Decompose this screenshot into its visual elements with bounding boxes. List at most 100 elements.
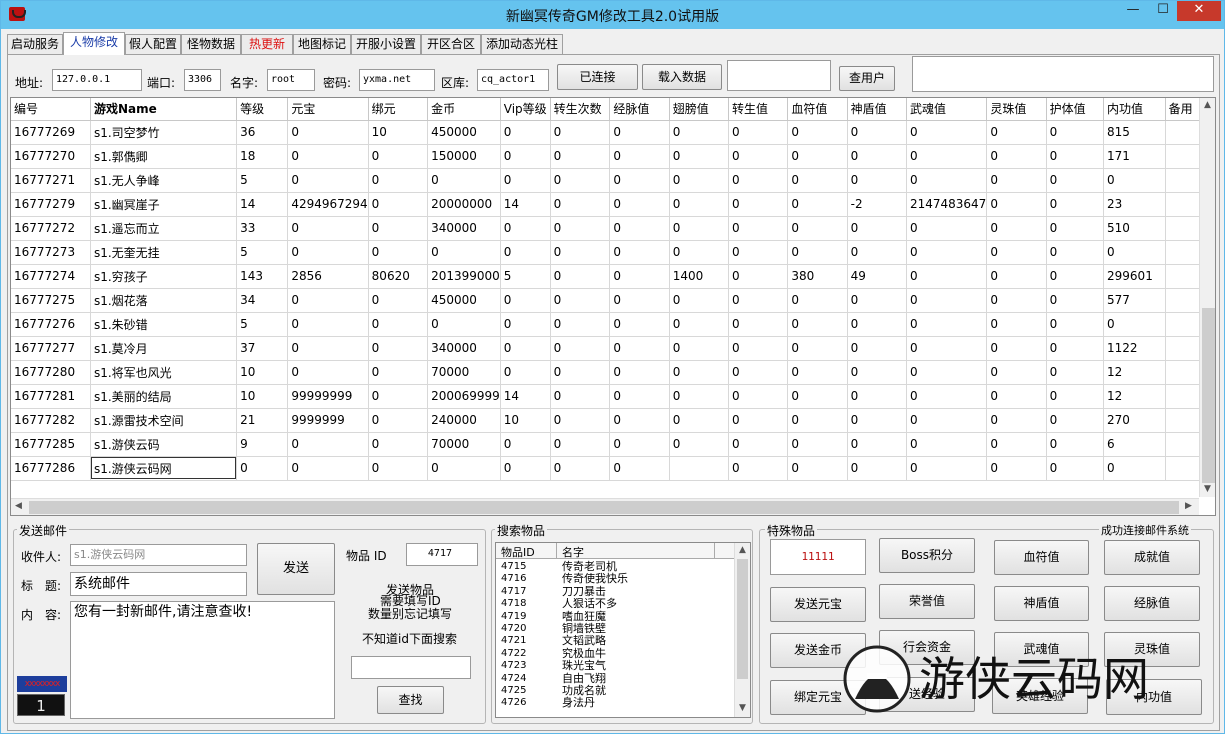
table-cell[interactable]: 10 (500, 408, 551, 433)
table-cell[interactable]: 0 (1103, 240, 1166, 265)
meridian-button[interactable]: 经脉值 (1104, 586, 1200, 621)
table-cell[interactable]: 0 (609, 408, 670, 433)
table-cell[interactable]: 0 (427, 168, 501, 193)
table-cell[interactable]: s1.遥忘而立 (90, 216, 238, 241)
table-cell[interactable]: 16777272 (11, 216, 91, 241)
table-cell[interactable]: 0 (500, 456, 551, 481)
table-cell[interactable]: 16777273 (11, 240, 91, 265)
list-item[interactable]: 4724 自由飞翔 (496, 672, 734, 685)
table-cell[interactable]: 0 (787, 120, 848, 145)
table-cell[interactable]: 16777271 (11, 168, 91, 193)
table-cell[interactable]: 4294967294 (287, 192, 369, 217)
table-cell[interactable]: 0 (609, 240, 670, 265)
table-cell[interactable]: 0 (609, 192, 670, 217)
address-input[interactable]: 127.0.0.1 (52, 69, 142, 91)
table-cell[interactable]: 0 (669, 192, 730, 217)
table-cell[interactable]: 0 (787, 312, 848, 337)
item-list-scrollbar[interactable]: ▲ ▼ (734, 543, 750, 717)
table-cell[interactable]: 340000 (427, 336, 501, 361)
table-cell[interactable]: 16777275 (11, 288, 91, 313)
content-textarea[interactable]: 您有一封新邮件,请注意查收! (70, 601, 335, 719)
table-row[interactable]: 16777279 s1.幽冥崖子 14 4294967294 0 20000000 14 0 0… (11, 192, 1215, 217)
tab-merge-zone[interactable]: 开区合区 (421, 34, 481, 54)
item-search-input[interactable] (351, 656, 471, 679)
list-item[interactable]: 4715 传奇老司机 (496, 560, 734, 573)
table-cell[interactable]: 6 (1103, 432, 1166, 457)
table-cell[interactable]: 0 (1046, 336, 1105, 361)
table-cell[interactable]: 0 (550, 216, 611, 241)
table-cell[interactable]: 0 (986, 192, 1047, 217)
table-row[interactable]: 16777272 s1.遥忘而立 33 0 0 340000 0 0 0 0 0 0 0 0 0 0 510 (11, 216, 1215, 241)
password-input[interactable]: yxma.net (359, 69, 435, 91)
table-cell[interactable]: 0 (609, 456, 670, 481)
table-cell[interactable]: 0 (609, 288, 670, 313)
table-cell[interactable]: s1.朱砂错 (90, 312, 238, 337)
table-row[interactable]: 16777285 s1.游侠云码 9 0 0 70000 0 0 0 0 0 0 0 0 0 0 6 (11, 432, 1215, 457)
table-cell[interactable]: 0 (986, 288, 1047, 313)
table-row[interactable]: 16777286 s1.游侠云码网 0 0 0 0 0 0 0 0 0 0 0 0 0 0 (11, 456, 1215, 481)
table-cell[interactable]: 0 (1046, 240, 1105, 265)
table-cell[interactable]: 0 (728, 360, 789, 385)
table-cell[interactable]: 0 (669, 168, 730, 193)
col-item-id[interactable]: 物品ID (501, 544, 535, 560)
table-cell[interactable]: 0 (287, 120, 369, 145)
table-cell[interactable]: 240000 (427, 408, 501, 433)
column-header[interactable]: 转生次数 (550, 98, 611, 121)
table-cell[interactable]: 0 (1046, 288, 1105, 313)
table-cell[interactable]: 0 (550, 432, 611, 457)
table-cell[interactable]: 0 (986, 120, 1047, 145)
table-cell[interactable]: 16777269 (11, 120, 91, 145)
table-cell[interactable]: 143 (236, 264, 289, 289)
tab-start-service[interactable]: 启动服务 (7, 34, 63, 54)
table-cell[interactable]: 0 (287, 360, 369, 385)
table-cell[interactable]: 0 (906, 240, 988, 265)
table-cell[interactable]: 0 (728, 120, 789, 145)
table-cell[interactable]: 0 (986, 432, 1047, 457)
table-cell[interactable]: 0 (1103, 168, 1166, 193)
table-cell[interactable]: 0 (550, 288, 611, 313)
table-cell[interactable]: 18 (236, 144, 289, 169)
table-row[interactable]: 16777270 s1.郭儁卿 18 0 0 150000 0 0 0 0 0 0 0 0 0 0 171 (11, 144, 1215, 169)
tab-monster-data[interactable]: 怪物数据 (181, 34, 241, 54)
column-header[interactable]: 护体值 (1046, 98, 1105, 121)
table-cell[interactable]: 0 (728, 288, 789, 313)
table-cell[interactable]: 0 (847, 336, 907, 361)
table-cell[interactable]: 0 (1046, 432, 1105, 457)
table-cell[interactable]: 0 (847, 120, 907, 145)
table-vertical-scrollbar[interactable]: ▲ ▼ (1199, 98, 1215, 497)
list-item[interactable]: 4717 刀刀暴击 (496, 585, 734, 598)
table-cell[interactable]: 0 (906, 408, 988, 433)
column-header[interactable]: 转生值 (728, 98, 789, 121)
table-cell[interactable]: 0 (550, 408, 611, 433)
table-cell[interactable]: 5 (236, 240, 289, 265)
table-cell[interactable]: 49 (847, 264, 907, 289)
table-cell[interactable]: 37 (236, 336, 289, 361)
table-cell[interactable]: 0 (787, 216, 848, 241)
query-user-button[interactable]: 查用户 (839, 66, 895, 91)
table-cell[interactable]: -2 (847, 192, 907, 217)
table-cell[interactable]: 0 (847, 168, 907, 193)
table-cell[interactable]: 0 (1046, 168, 1105, 193)
table-cell[interactable]: 0 (787, 288, 848, 313)
table-cell[interactable]: 16777279 (11, 192, 91, 217)
table-cell[interactable]: 0 (500, 168, 551, 193)
table-cell[interactable]: 0 (368, 216, 429, 241)
table-cell[interactable]: 0 (669, 312, 730, 337)
table-cell[interactable]: 0 (669, 408, 730, 433)
table-cell[interactable]: 0 (986, 312, 1047, 337)
table-cell[interactable]: 0 (609, 264, 670, 289)
scroll-down-icon[interactable]: ▼ (1204, 484, 1211, 494)
blood-rune-button[interactable]: 血符值 (994, 540, 1089, 575)
table-cell[interactable]: 0 (986, 336, 1047, 361)
table-cell[interactable]: 0 (609, 384, 670, 409)
table-cell[interactable]: 0 (609, 120, 670, 145)
table-cell[interactable]: 0 (906, 288, 988, 313)
table-cell[interactable]: 270 (1103, 408, 1166, 433)
table-cell[interactable]: 0 (1046, 216, 1105, 241)
table-cell[interactable]: 16777274 (11, 264, 91, 289)
table-cell[interactable]: 14 (500, 192, 551, 217)
table-cell[interactable]: 0 (728, 336, 789, 361)
table-cell[interactable]: 0 (669, 216, 730, 241)
table-row[interactable]: 16777271 s1.无人争峰 5 0 0 0 0 0 0 0 0 0 0 0 0 0 0 (11, 168, 1215, 193)
column-header[interactable]: Vip等级 (500, 98, 551, 121)
